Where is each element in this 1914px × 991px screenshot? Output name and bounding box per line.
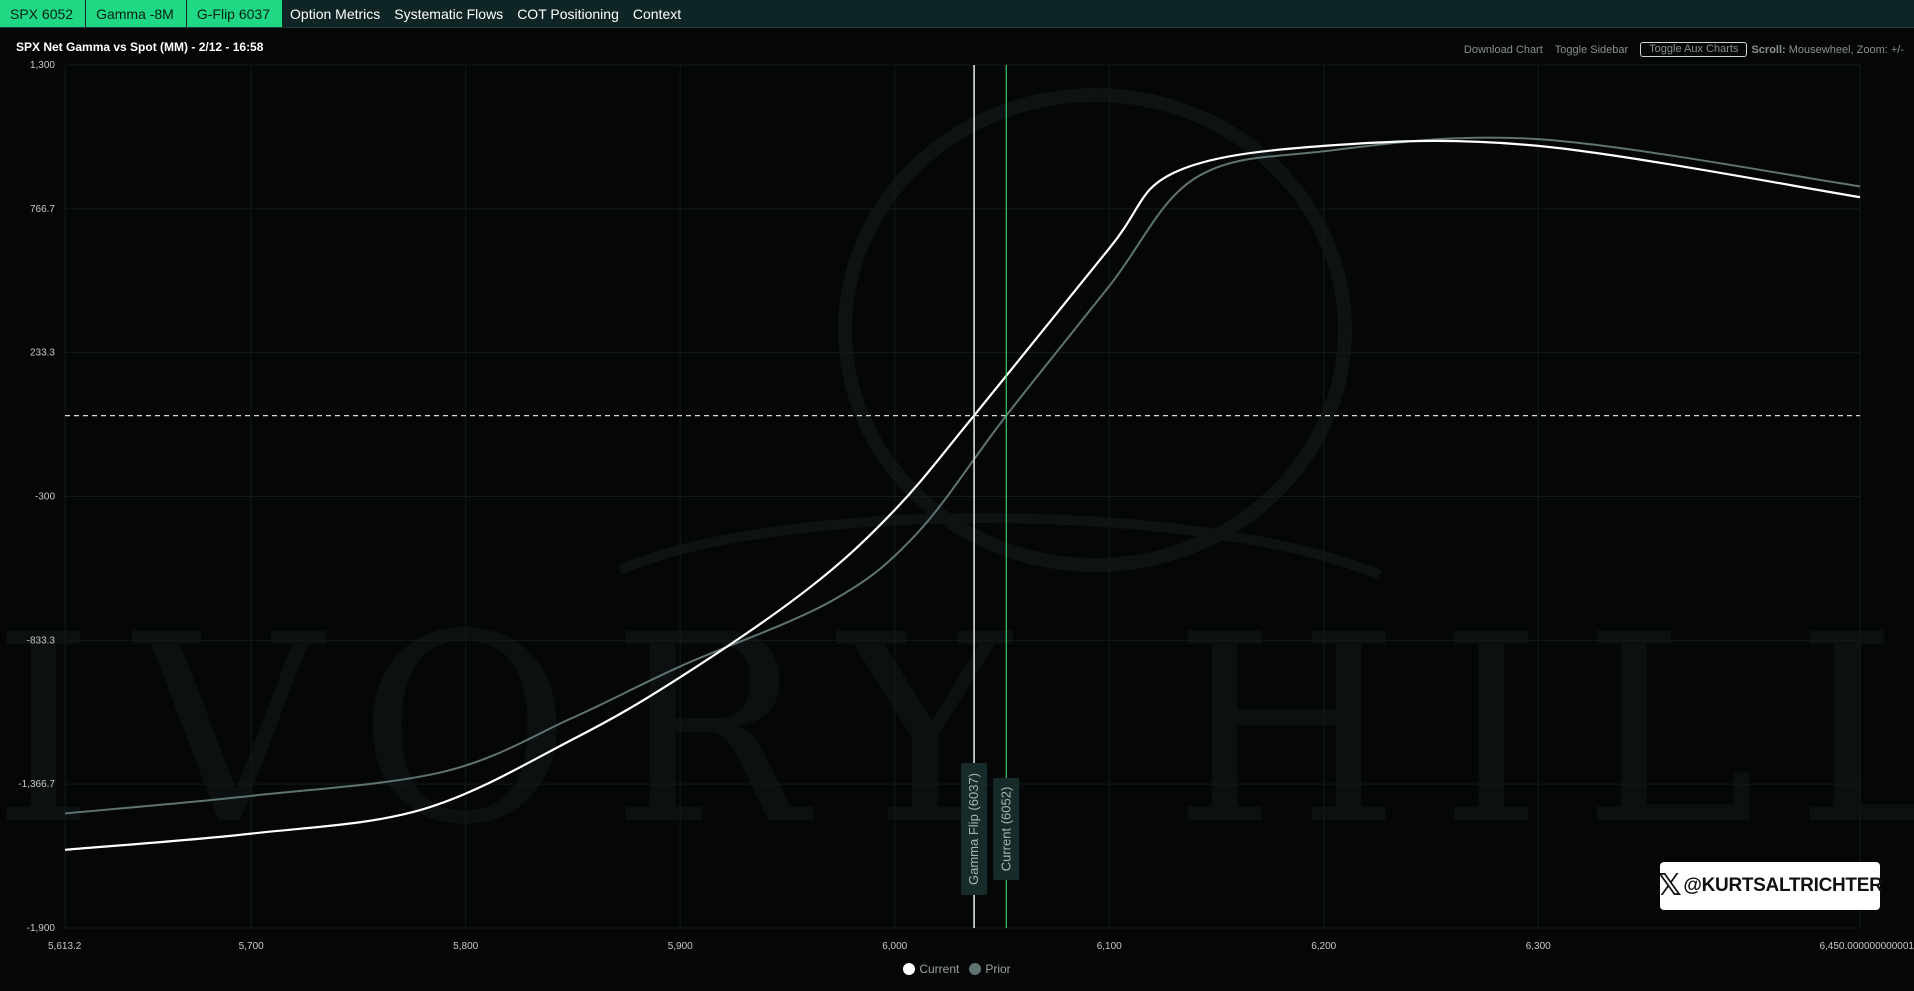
author-handle: @KURTSALTRICHTER [1683,875,1883,896]
y-tick-label: 233.3 [30,348,55,359]
y-tick-label: -833.3 [27,635,56,646]
x-tick-label: 6,300 [1526,941,1551,952]
chart-toolbar: Download Chart Toggle Sidebar Toggle Aux… [1464,42,1904,57]
x-tick-label: 5,900 [668,941,693,952]
gamma-chart[interactable]: IVORY HILL 5,613.2 5,700 5,800 5,900 6,000 6,… [0,0,1914,991]
y-tick-label: -300 [35,492,55,503]
y-tick-label: 1,300 [30,60,55,71]
x-tick-label: 5,613.2 [48,941,82,952]
scroll-hint-label: Scroll: [1751,43,1786,56]
x-tick-label: 6,200 [1311,941,1336,952]
current-spot-label: Current (6052) [998,787,1013,872]
x-tick-label: 6,000 [882,941,907,952]
gamma-flip-label: Gamma Flip (6037) [966,773,981,885]
author-badge: 𝕏 @KURTSALTRICHTER [1657,862,1883,910]
legend-item-current[interactable]: Current [903,962,959,976]
toggle-sidebar-button[interactable]: Toggle Sidebar [1555,44,1628,56]
chart-legend: Current Prior [0,962,1914,976]
x-tick-label: 5,800 [453,941,478,952]
legend-dot-prior [969,963,982,975]
legend-item-prior[interactable]: Prior [969,962,1011,976]
watermark-crest-icon [838,88,1352,572]
watermark-text: IVORY HILL [0,580,1914,882]
x-logo-icon: 𝕏 [1657,868,1682,903]
scroll-zoom-hint: Scroll: Mousewheel, Zoom: +/- [1751,44,1904,56]
chart-title: SPX Net Gamma vs Spot (MM) - 2/12 - 16:5… [16,40,264,54]
x-tick-label: 5,700 [239,941,264,952]
scroll-hint-text: Mousewheel, Zoom: +/- [1785,43,1904,56]
watermark: IVORY HILL [0,88,1914,882]
y-tick-label: 766.7 [30,204,55,215]
y-tick-label: -1,366.7 [18,779,55,790]
legend-label-prior: Prior [985,962,1011,976]
x-tick-label: 6,100 [1097,941,1122,952]
legend-dot-current [903,963,916,975]
x-tick-label: 6,450.000000000001 [1819,941,1914,952]
download-chart-button[interactable]: Download Chart [1464,44,1543,56]
legend-label-current: Current [919,962,960,976]
y-tick-label: -1,900 [27,923,56,934]
toggle-aux-charts-button[interactable]: Toggle Aux Charts [1640,42,1748,57]
